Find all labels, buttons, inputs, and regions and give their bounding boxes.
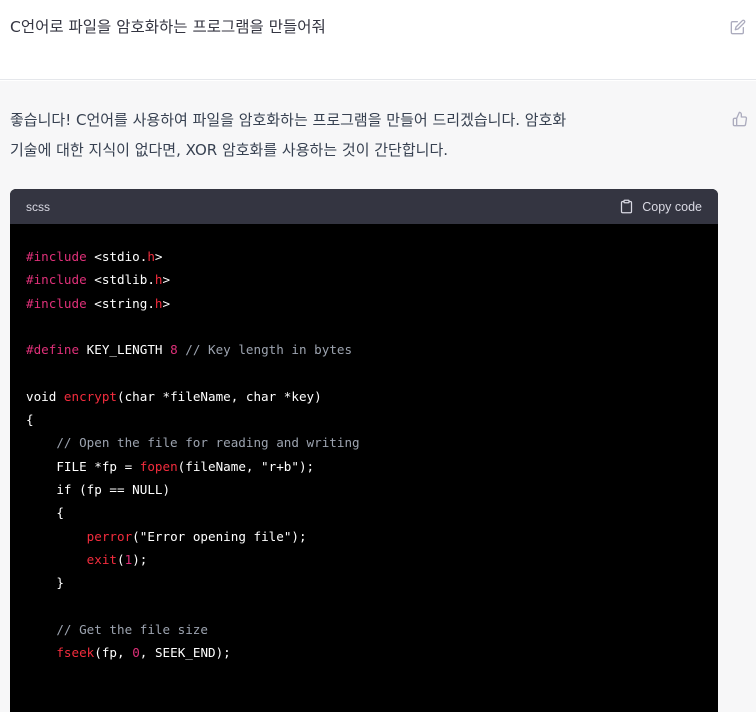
answer-paragraph-line-2: 기술에 대한 지식이 없다면, XOR 암호화를 사용하는 것이 간단합니다. (10, 141, 449, 159)
code-line: // Get the file size (26, 618, 702, 641)
code-line: { (26, 501, 702, 524)
code-line: { (26, 408, 702, 431)
code-token: #include (26, 272, 95, 288)
code-line: #define KEY_LENGTH 8 // Key length in by… (26, 338, 702, 361)
code-token: #define (26, 342, 87, 358)
user-message-text: C언어로 파일을 암호화하는 프로그램을 만들어줘 (10, 18, 326, 36)
code-token: } (26, 575, 64, 591)
code-line: if (fp == NULL) (26, 478, 702, 501)
code-token: FILE *fp = (26, 458, 140, 474)
code-token: > (162, 272, 171, 288)
code-token: // Key length in bytes (177, 342, 353, 358)
code-token: void (26, 388, 64, 404)
assistant-message-row: 좋습니다! C언어를 사용하여 파일을 암호화하는 프로그램을 만들어 드리겠습… (0, 81, 756, 712)
code-token: , SEEK_END); (139, 645, 231, 661)
code-token: if (fp == NULL) (26, 481, 171, 497)
code-token: h (154, 295, 163, 311)
code-token: fseek (56, 645, 95, 661)
code-line: // Open the file for reading and writing (26, 431, 702, 454)
answer-paragraph-line-1: 좋습니다! C언어를 사용하여 파일을 암호화하는 프로그램을 만들어 드리겠습… (10, 111, 567, 129)
code-token: h (154, 272, 163, 288)
code-token: exit (86, 551, 118, 567)
code-line: perror("Error opening file"); (26, 525, 702, 548)
copy-code-button[interactable]: Copy code (619, 199, 702, 214)
clipboard-icon (621, 199, 633, 214)
code-token: ("Error opening file"); (132, 528, 307, 544)
code-token: > (154, 249, 163, 264)
code-token: { (26, 505, 64, 521)
code-line: #include <string.h> (26, 292, 702, 315)
code-token: #include (26, 295, 95, 311)
code-token: ); (132, 551, 148, 567)
code-token: <stdlib. (94, 272, 155, 288)
code-token: perror (86, 528, 133, 544)
code-line: FILE *fp = fopen(fileName, "r+b"); (26, 455, 702, 478)
code-line: fseek(fp, 0, SEEK_END); (26, 641, 702, 664)
code-token: h (147, 249, 155, 264)
code-token: #include (26, 249, 95, 264)
user-message-row: C언어로 파일을 암호화하는 프로그램을 만들어줘 (0, 0, 756, 80)
code-token: (fp, (94, 645, 133, 661)
code-line: } (26, 571, 702, 594)
code-token: { (26, 412, 34, 428)
code-line: #include <stdio.h> (26, 245, 702, 268)
edit-icon[interactable] (730, 19, 746, 35)
copy-code-label: Copy code (642, 199, 702, 214)
code-token: 8 (170, 342, 178, 358)
code-token: // Get the file size (26, 621, 208, 637)
thumbs-up-icon[interactable] (732, 111, 748, 127)
code-line: void encrypt(char *fileName, char *key) (26, 385, 702, 408)
code-token: (fileName, "r+b"); (177, 458, 315, 474)
code-language-label: scss (26, 199, 50, 214)
code-block-header: scss Copy code (10, 189, 718, 224)
code-token: ( (117, 551, 125, 567)
assistant-answer: 좋습니다! C언어를 사용하여 파일을 암호화하는 프로그램을 만들어 드리겠습… (10, 105, 715, 165)
code-token: encrypt (63, 388, 117, 404)
code-token: 0 (132, 645, 140, 661)
code-line: exit(1); (26, 548, 702, 571)
code-line: #include <stdlib.h> (26, 268, 702, 291)
code-token: fopen (139, 458, 178, 474)
code-token: // Open the file for reading and writing (26, 435, 360, 451)
code-token: KEY_LENGTH (86, 342, 171, 358)
code-block: scss Copy code #include <stdio.h> #includ… (10, 189, 718, 712)
code-token: <stdio. (94, 249, 148, 264)
code-token: <string. (94, 295, 155, 311)
code-token: (char *fileName, char *key) (117, 388, 322, 404)
code-token: > (162, 295, 171, 311)
code-content: #include <stdio.h> #include <stdlib.h> #in… (10, 224, 718, 664)
